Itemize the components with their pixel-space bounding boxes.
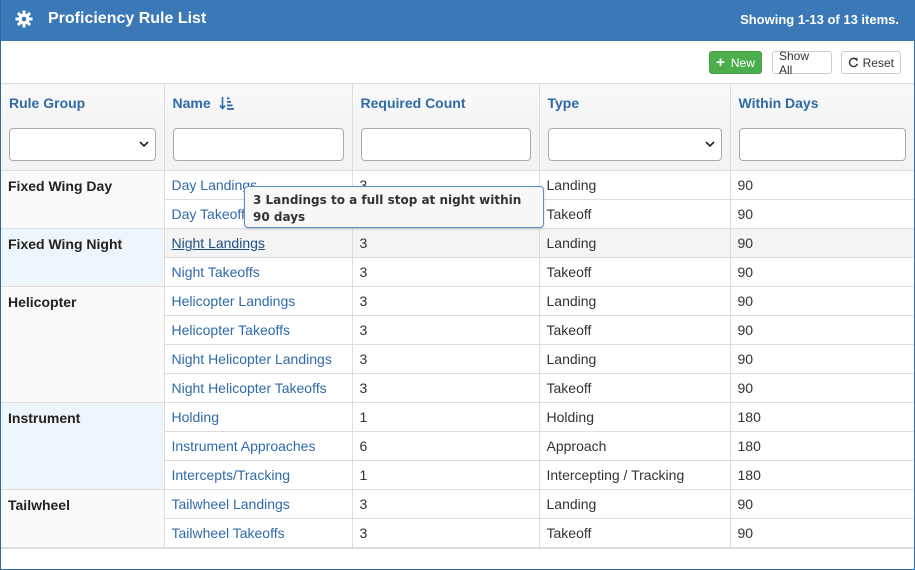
table-row: Fixed Wing Night Night Landings 3 Landin… xyxy=(1,228,914,287)
type-cell: Landing xyxy=(538,286,731,316)
plus-icon: + xyxy=(716,54,725,71)
type-cell: Takeoff xyxy=(538,315,731,345)
rule-list-panel: Proficiency Rule List Showing 1-13 of 13… xyxy=(0,0,915,570)
within-days-cell: 90 xyxy=(729,344,914,374)
rule-name-link[interactable]: Day Takeoffs xyxy=(172,206,252,222)
group-cell: Tailwheel xyxy=(1,489,165,548)
type-filter-select[interactable] xyxy=(547,127,722,161)
required-count-cell: 3 xyxy=(351,286,540,316)
rule-name-link[interactable]: Tailwheel Takeoffs xyxy=(172,525,285,541)
column-header-required-count[interactable]: Required Count xyxy=(351,83,540,122)
required-count-cell: 1 xyxy=(351,402,540,432)
within-days-cell: 90 xyxy=(729,286,914,316)
table-row: Helicopter Helicopter Landings 3 Landing… xyxy=(1,286,914,403)
chevron-down-icon xyxy=(138,140,149,147)
within-days-cell: 90 xyxy=(729,315,914,345)
within-days-cell: 90 xyxy=(729,170,914,200)
within-days-cell: 180 xyxy=(729,402,914,432)
type-cell: Holding xyxy=(538,402,731,432)
rule-description-tooltip: 3 Landings to a full stop at night withi… xyxy=(244,186,544,228)
required-count-cell: 3 xyxy=(351,257,540,287)
sort-ascending-icon xyxy=(218,96,234,110)
group-cell: Fixed Wing Night xyxy=(1,228,165,287)
within-days-cell: 90 xyxy=(729,518,914,548)
new-button[interactable]: + New xyxy=(709,51,762,74)
required-count-cell: 3 xyxy=(351,344,540,374)
type-cell: Takeoff xyxy=(538,199,731,229)
required-count-filter-input[interactable] xyxy=(360,127,531,161)
rule-group-filter-select[interactable] xyxy=(9,127,156,161)
group-cell: Fixed Wing Day xyxy=(1,170,165,229)
type-cell: Takeoff xyxy=(538,518,731,548)
name-filter-input[interactable] xyxy=(172,127,344,161)
reset-button-label: Reset xyxy=(862,55,894,70)
within-days-cell: 90 xyxy=(729,228,914,258)
rule-name-link[interactable]: Instrument Approaches xyxy=(172,438,316,454)
rule-name-link[interactable]: Night Landings xyxy=(172,235,265,251)
refresh-icon xyxy=(848,57,859,68)
required-count-cell: 3 xyxy=(351,518,540,548)
required-count-cell: 3 xyxy=(351,315,540,345)
table-footer xyxy=(1,548,914,549)
within-days-cell: 180 xyxy=(729,431,914,461)
within-days-cell: 90 xyxy=(729,257,914,287)
type-cell: Landing xyxy=(538,228,731,258)
within-days-filter-input[interactable] xyxy=(738,127,906,161)
required-count-cell: 1 xyxy=(351,460,540,490)
rule-name-link[interactable]: Tailwheel Landings xyxy=(172,496,290,512)
items-summary: Showing 1-13 of 13 items. xyxy=(740,12,899,27)
rule-name-link[interactable]: Night Helicopter Takeoffs xyxy=(172,380,327,396)
type-cell: Landing xyxy=(538,489,731,519)
gear-icon xyxy=(15,10,33,28)
rule-name-link[interactable]: Night Takeoffs xyxy=(172,264,260,280)
reset-button[interactable]: Reset xyxy=(841,51,901,74)
type-cell: Takeoff xyxy=(538,257,731,287)
chevron-down-icon xyxy=(704,140,715,147)
within-days-cell: 90 xyxy=(729,489,914,519)
new-button-label: New xyxy=(730,55,755,70)
required-count-cell: 3 xyxy=(351,373,540,403)
type-cell: Landing xyxy=(538,344,731,374)
page-title: Proficiency Rule List xyxy=(48,10,207,27)
required-count-cell: 6 xyxy=(351,431,540,461)
column-header-rule-group[interactable]: Rule Group xyxy=(1,83,165,122)
required-count-cell: 3 xyxy=(351,489,540,519)
show-all-button[interactable]: Show All xyxy=(772,49,832,77)
group-cell: Instrument xyxy=(1,402,165,490)
rule-name-link[interactable]: Intercepts/Tracking xyxy=(172,467,291,483)
table-row: Tailwheel Tailwheel Landings 3 Landing 9… xyxy=(1,489,914,548)
toolbar: + New Show All Reset xyxy=(1,41,914,83)
type-cell: Landing xyxy=(538,170,731,200)
type-cell: Approach xyxy=(538,431,731,461)
type-cell: Intercepting / Tracking xyxy=(538,460,731,490)
required-count-cell: 3 xyxy=(351,228,540,258)
rule-name-link[interactable]: Helicopter Takeoffs xyxy=(172,322,291,338)
panel-heading: Proficiency Rule List Showing 1-13 of 13… xyxy=(1,0,915,41)
within-days-cell: 90 xyxy=(729,373,914,403)
rule-name-link[interactable]: Holding xyxy=(172,409,219,425)
rules-table: Rule Group Name Required Count Type With… xyxy=(1,83,914,548)
column-header-within-days[interactable]: Within Days xyxy=(729,83,914,122)
within-days-cell: 180 xyxy=(729,460,914,490)
group-cell: Helicopter xyxy=(1,286,165,403)
column-header-name[interactable]: Name xyxy=(163,83,353,122)
type-cell: Takeoff xyxy=(538,373,731,403)
column-header-type[interactable]: Type xyxy=(538,83,731,122)
within-days-cell: 90 xyxy=(729,199,914,229)
table-row: Instrument Holding 1 Holding 180 xyxy=(1,402,914,490)
rule-name-link[interactable]: Night Helicopter Landings xyxy=(172,351,332,367)
rule-name-link[interactable]: Helicopter Landings xyxy=(172,293,296,309)
